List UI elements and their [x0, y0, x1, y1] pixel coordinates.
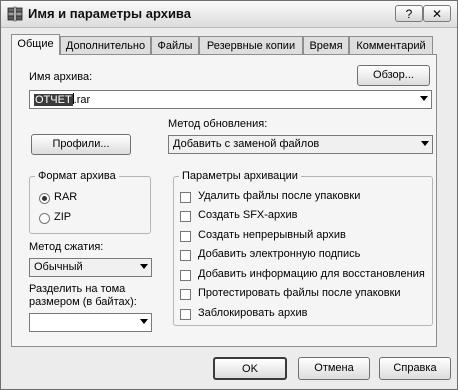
radio-zip[interactable] [39, 213, 50, 224]
profiles-button[interactable]: Профили... [31, 134, 131, 155]
checkbox-recovery[interactable] [180, 270, 191, 281]
split-label-line2: размером (в байтах): [29, 296, 137, 308]
checkbox-solid-label: Создать непрерывный архив [198, 229, 346, 241]
tab-time[interactable]: Время [303, 36, 349, 54]
checkbox-signature[interactable] [180, 250, 191, 261]
cancel-button[interactable]: Отмена [298, 357, 370, 380]
window-title: Имя и параметры архива [28, 6, 191, 21]
tab-backup[interactable]: Резервные копии [199, 36, 303, 54]
checkbox-lock-label: Заблокировать архив [198, 307, 308, 319]
checkbox-lock[interactable] [180, 309, 191, 320]
close-icon: ✕ [431, 7, 443, 21]
browse-button[interactable]: Обзор... [357, 65, 430, 86]
split-size-combo[interactable] [29, 313, 152, 332]
chevron-down-icon [140, 319, 148, 324]
close-button[interactable]: ✕ [423, 5, 451, 22]
tab-advanced[interactable]: Дополнительно [60, 36, 151, 54]
tab-general[interactable]: Общие [11, 34, 60, 55]
checkbox-signature-label: Добавить электронную подпись [198, 248, 361, 260]
tab-comment[interactable]: Комментарий [349, 36, 433, 54]
radio-rar-label: RAR [54, 191, 78, 203]
update-method-label: Метод обновления: [168, 118, 268, 130]
question-icon: ? [405, 7, 413, 21]
checkbox-test[interactable] [180, 289, 191, 300]
checkbox-delete-after[interactable] [180, 192, 191, 203]
checkbox-delete-after-label: Удалить файлы после упаковки [198, 190, 361, 202]
archive-dialog: Имя и параметры архива ? ✕ Общие Дополни… [0, 0, 458, 390]
archive-name-value: ОТЧЕТ .rar [34, 93, 91, 106]
archive-format-group: Формат архива RAR ZIP [29, 170, 151, 234]
archive-format-title: Формат архива [35, 170, 119, 182]
help-button[interactable]: Справка [379, 357, 451, 380]
ok-button[interactable]: OK [213, 357, 287, 380]
chevron-down-icon [140, 264, 148, 269]
checkbox-test-label: Протестировать файлы после упаковки [198, 287, 401, 299]
archive-name-combo[interactable]: ОТЧЕТ .rar [29, 90, 432, 109]
archiving-options-title: Параметры архивации [179, 170, 301, 182]
chevron-down-icon[interactable] [420, 96, 428, 101]
radio-rar[interactable] [39, 193, 50, 204]
archive-name-label: Имя архива: [29, 71, 93, 83]
help-title-button[interactable]: ? [395, 5, 423, 22]
compression-label: Метод сжатия: [29, 241, 104, 253]
title-bar: Имя и параметры архива ? ✕ [1, 1, 457, 28]
checkbox-sfx[interactable] [180, 211, 191, 222]
general-tab-panel: Имя архива: Обзор... ОТЧЕТ .rar Профили..… [11, 54, 437, 347]
split-label-line1: Разделить на тома [29, 283, 126, 295]
checkbox-recovery-label: Добавить информацию для восстановления [198, 268, 425, 280]
update-method-select[interactable]: Добавить с заменой файлов [168, 135, 433, 154]
checkbox-sfx-label: Создать SFX-архив [198, 209, 298, 221]
winrar-books-icon [7, 6, 23, 22]
checkbox-solid[interactable] [180, 231, 191, 242]
tab-files[interactable]: Файлы [151, 36, 199, 54]
compression-select[interactable]: Обычный [29, 258, 152, 277]
archiving-options-group: Параметры архивации Удалить файлы после … [173, 170, 433, 326]
radio-zip-label: ZIP [54, 211, 72, 223]
chevron-down-icon [421, 141, 429, 146]
